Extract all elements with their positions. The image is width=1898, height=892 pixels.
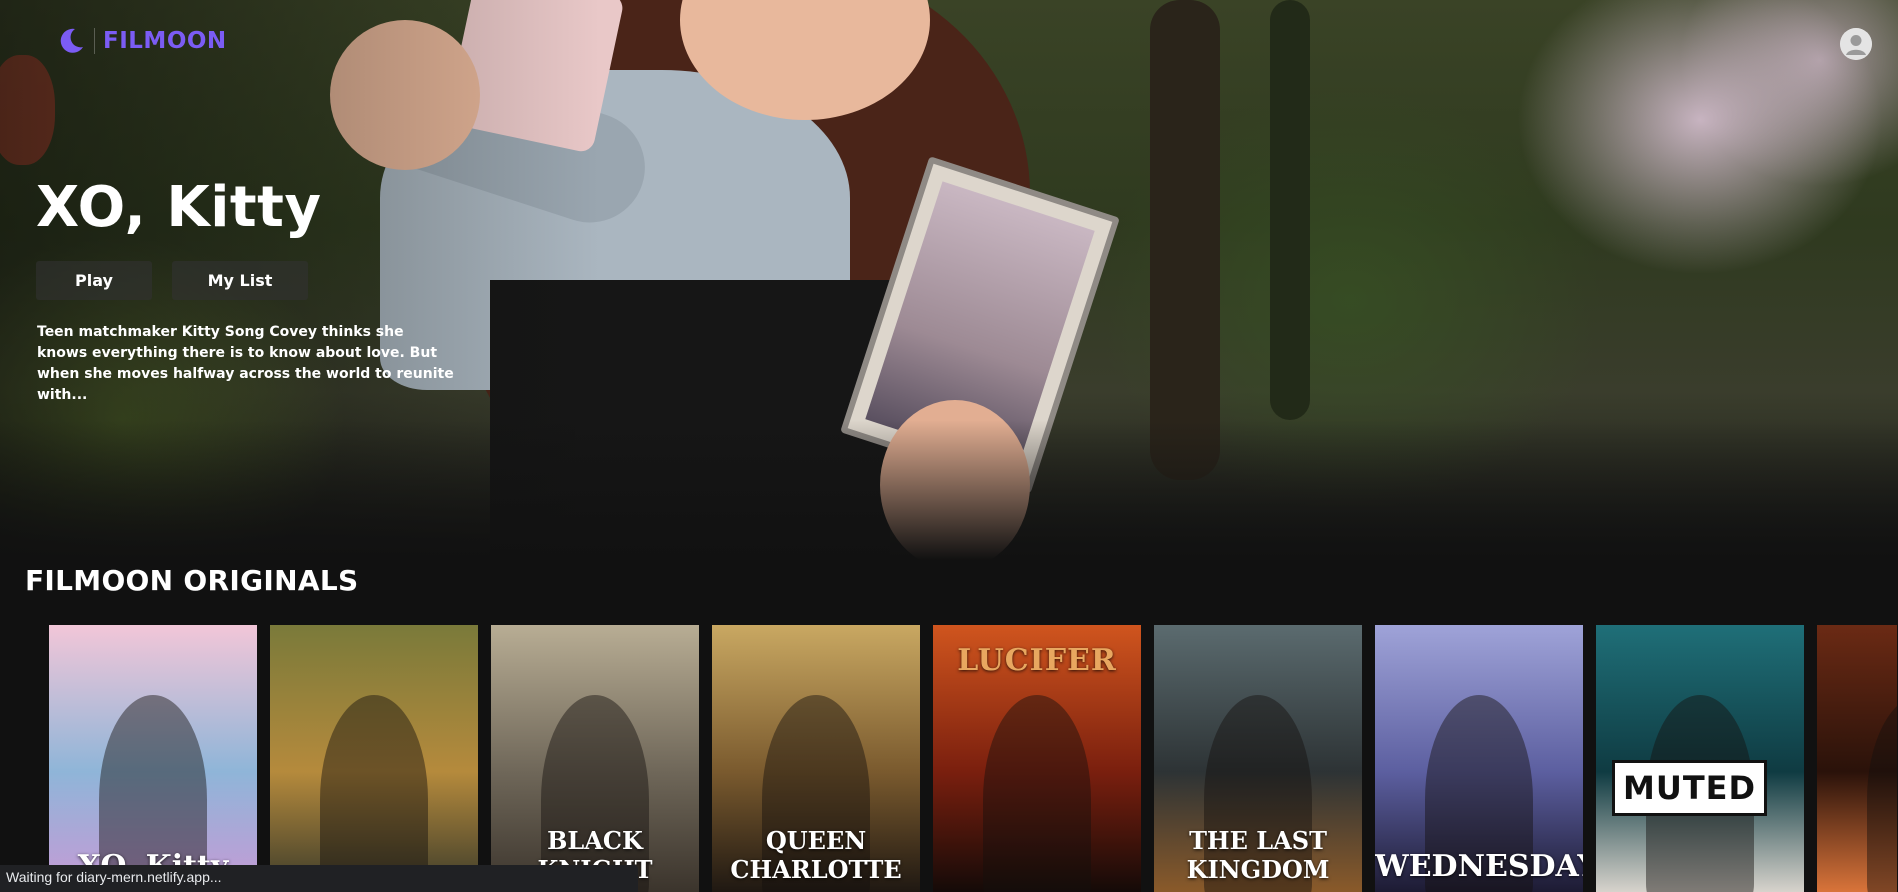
row-title: FILMOON ORIGINALS (25, 564, 359, 597)
poster-title: QUEEN CHARLOTTE (730, 826, 902, 884)
poster-card[interactable]: BLACK KNIGHT (491, 625, 699, 892)
browser-status-bar: Waiting for diary-mern.netlify.app... (0, 865, 638, 892)
my-list-button[interactable]: My List (172, 261, 308, 300)
poster-figure (983, 695, 1091, 892)
hero-title: XO, Kitty (36, 175, 322, 240)
poster-card[interactable]: WEDNESDAY (1375, 625, 1583, 892)
poster-figure (1867, 695, 1897, 892)
poster-row: XO, Kitty BLACK KNIGHT QUEEN CHARLOTTE LUCI… (49, 625, 1897, 892)
tree-trunk (1150, 0, 1220, 480)
poster-title: WEDNESDAY (1375, 849, 1583, 884)
poster-title: MUTED (1612, 760, 1768, 816)
poster-card[interactable] (1817, 625, 1897, 892)
brand-name: FILMOON (103, 28, 227, 54)
brand-logo[interactable]: FILMOON (56, 26, 227, 56)
hero-description: Teen matchmaker Kitty Song Covey thinks … (37, 324, 454, 403)
poster-card[interactable] (270, 625, 478, 892)
poster-card[interactable]: MUTED (1596, 625, 1804, 892)
poster-card[interactable]: LUCIFER (933, 625, 1141, 892)
hero-actions: Play My List (36, 261, 308, 300)
user-avatar-icon[interactable] (1840, 28, 1872, 60)
poster-figure (320, 695, 428, 892)
poster-title: THE LAST KINGDOM (1186, 826, 1330, 884)
moon-icon (60, 28, 83, 53)
poster-card[interactable]: XO, Kitty (49, 625, 257, 892)
poster-title: LUCIFER (957, 643, 1117, 678)
play-button[interactable]: Play (36, 261, 152, 300)
tree-trunk (1270, 0, 1310, 420)
poster-card[interactable]: QUEEN CHARLOTTE (712, 625, 920, 892)
poster-card[interactable]: THE LAST KINGDOM (1154, 625, 1362, 892)
